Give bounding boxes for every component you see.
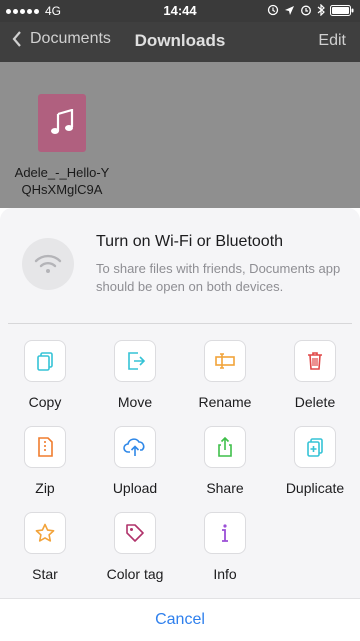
- music-note-icon: [51, 109, 74, 134]
- divider: [8, 323, 352, 324]
- bluetooth-icon: [317, 4, 325, 16]
- status-bar: 4G 14:44: [0, 0, 360, 22]
- edit-button[interactable]: Edit: [318, 32, 346, 50]
- navigation-bar: Documents Downloads Edit: [0, 22, 360, 62]
- info-label: Info: [213, 566, 237, 582]
- audio-file-thumbnail: [38, 94, 86, 152]
- copy-action[interactable]: Copy: [0, 338, 90, 418]
- copy-label: Copy: [28, 394, 62, 410]
- upload-label: Upload: [112, 480, 158, 496]
- duplicate-action[interactable]: Duplicate: [270, 424, 360, 504]
- move-icon: [114, 340, 156, 382]
- zip-label: Zip: [35, 480, 55, 496]
- wifi-icon: [22, 238, 74, 290]
- info-icon: [204, 512, 246, 554]
- move-label: Move: [117, 394, 153, 410]
- share-description: To share files with friends, Documents a…: [96, 261, 341, 294]
- share-title: Turn on Wi-Fi or Bluetooth: [96, 233, 284, 250]
- duplicate-icon: [294, 426, 336, 468]
- info-action[interactable]: Info: [180, 510, 270, 590]
- tag-icon: [114, 512, 156, 554]
- page-title: Downloads: [134, 31, 226, 50]
- upload-action[interactable]: Upload: [90, 424, 180, 504]
- move-action[interactable]: Move: [90, 338, 180, 418]
- star-action[interactable]: Star: [0, 510, 90, 590]
- rename-action[interactable]: Rename: [180, 338, 270, 418]
- status-icons: [267, 4, 354, 16]
- cancel-bar: Cancel: [0, 598, 360, 641]
- share-label: Share: [206, 480, 244, 496]
- cancel-button[interactable]: Cancel: [0, 611, 360, 629]
- alarm-icon: [301, 5, 311, 16]
- file-grid: Adele_-_Hello-YQHsXMglC9A: [0, 62, 360, 208]
- delete-action[interactable]: Delete: [270, 338, 360, 418]
- share-action[interactable]: Share: [180, 424, 270, 504]
- screen-lock-icon: [267, 4, 279, 16]
- file-item[interactable]: Adele_-_Hello-YQHsXMglC9A: [10, 72, 114, 198]
- upload-icon: [114, 426, 156, 468]
- delete-icon: [294, 340, 336, 382]
- star-label: Star: [32, 566, 58, 582]
- rename-icon: [204, 340, 246, 382]
- share-icon: [204, 426, 246, 468]
- star-icon: [24, 512, 66, 554]
- zip-icon: [24, 426, 66, 468]
- zip-action[interactable]: Zip: [0, 424, 90, 504]
- copy-icon: [24, 340, 66, 382]
- color-tag-action[interactable]: Color tag: [90, 510, 180, 590]
- location-icon: [285, 5, 294, 15]
- battery-icon: [330, 4, 354, 16]
- share-info: Turn on Wi-Fi or Bluetooth To share file…: [0, 208, 360, 324]
- file-name: Adele_-_Hello-YQHsXMglC9A: [14, 165, 110, 197]
- action-sheet: Turn on Wi-Fi or Bluetooth To share file…: [0, 208, 360, 641]
- color-tag-label: Color tag: [106, 566, 164, 582]
- delete-label: Delete: [294, 394, 336, 410]
- rename-label: Rename: [198, 394, 252, 410]
- duplicate-label: Duplicate: [285, 480, 345, 496]
